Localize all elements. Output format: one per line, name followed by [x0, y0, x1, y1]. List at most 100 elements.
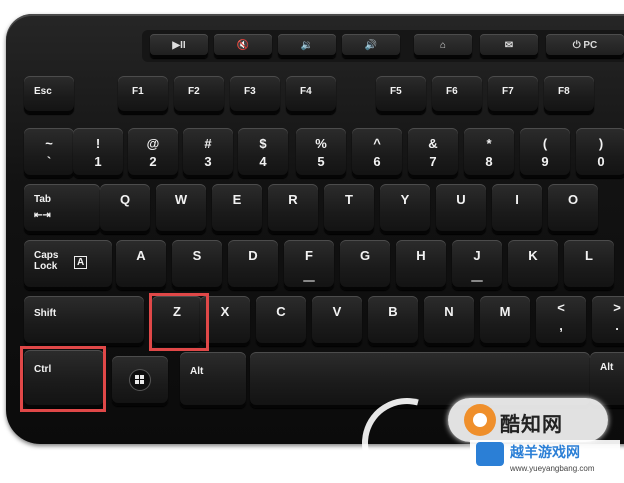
key-d[interactable]: D	[228, 240, 278, 290]
key-5[interactable]: % 5	[296, 128, 346, 178]
key-h[interactable]: H	[396, 240, 446, 290]
key-6[interactable]: ^ 6	[352, 128, 402, 178]
key-label: T	[345, 192, 353, 207]
home-row-bump	[303, 280, 315, 282]
key-bottom-label: 6	[373, 154, 381, 169]
key-bottom-label: 5	[317, 154, 325, 169]
home-key[interactable]: ⌂	[414, 34, 472, 58]
key-bottom-label: 4	[259, 154, 267, 169]
volume-up-key[interactable]: 🔊	[342, 34, 400, 58]
key-2[interactable]: @2	[128, 128, 178, 178]
key-top-label: )	[598, 136, 604, 151]
tab-key[interactable]: Tab ⇤⇥	[24, 184, 100, 234]
key-label: H	[416, 248, 426, 263]
key-q[interactable]: Q	[100, 184, 150, 234]
key-label: W	[174, 192, 188, 207]
tab-label: Tab	[34, 194, 52, 205]
period-key[interactable]: >.	[592, 296, 624, 346]
shift-label: Shift	[34, 308, 57, 319]
f5-key[interactable]: F5	[376, 76, 426, 114]
key-label: V	[332, 304, 342, 319]
left-shift-key[interactable]: Shift	[24, 296, 144, 346]
key-y[interactable]: Y	[380, 184, 430, 234]
f7-label: F7	[502, 86, 514, 97]
f5-label: F5	[390, 86, 402, 97]
key-bottom-label: 1	[94, 154, 102, 169]
key-top-label: (	[542, 136, 548, 151]
key-8[interactable]: * 8	[464, 128, 514, 178]
key-u[interactable]: U	[436, 184, 486, 234]
alt-label: Alt	[600, 362, 614, 373]
key-w[interactable]: W	[156, 184, 206, 234]
left-alt-key[interactable]: Alt	[180, 352, 246, 408]
key-c[interactable]: C	[256, 296, 306, 346]
home-row-bump	[471, 280, 483, 282]
key-top-label: !	[95, 136, 101, 151]
play-pause-key[interactable]: ▶II	[150, 34, 208, 58]
key-bottom-label: `	[46, 154, 52, 169]
mail-key[interactable]: ✉	[480, 34, 538, 58]
f1-key[interactable]: F1	[118, 76, 168, 114]
key-s[interactable]: S	[172, 240, 222, 290]
key-label: G	[359, 248, 371, 263]
comma-key[interactable]: <,	[536, 296, 586, 346]
key-g[interactable]: G	[340, 240, 390, 290]
key-m[interactable]: M	[480, 296, 530, 346]
key-top-label: $	[259, 136, 267, 151]
site-logo-url: www.yueyangbang.com	[510, 464, 595, 473]
esc-label: Esc	[34, 86, 52, 97]
f7-key[interactable]: F7	[488, 76, 538, 114]
f6-key[interactable]: F6	[432, 76, 482, 114]
f6-label: F6	[446, 86, 458, 97]
key-e[interactable]: E	[212, 184, 262, 234]
key-a[interactable]: A	[116, 240, 166, 290]
key-9[interactable]: (9	[520, 128, 570, 178]
windows-key[interactable]	[112, 356, 168, 406]
key-label: R	[288, 192, 298, 207]
watermark-logo-icon	[464, 404, 496, 436]
key-bottom-label: 9	[541, 154, 549, 169]
esc-key[interactable]: Esc	[24, 76, 74, 114]
key-1[interactable]: ! 1	[73, 128, 123, 178]
key-top-label: #	[204, 136, 212, 151]
mute-key[interactable]: 🔇	[214, 34, 272, 58]
key-top-label: ^	[373, 136, 381, 151]
site-logo-icon	[476, 442, 504, 466]
key-k[interactable]: K	[508, 240, 558, 290]
caps-label: Caps	[34, 250, 59, 261]
key-r[interactable]: R	[268, 184, 318, 234]
f3-label: F3	[244, 86, 256, 97]
key-o[interactable]: O	[548, 184, 598, 234]
f4-key[interactable]: F4	[286, 76, 336, 114]
key-i[interactable]: I	[492, 184, 542, 234]
f2-label: F2	[188, 86, 200, 97]
key-v[interactable]: V	[312, 296, 362, 346]
key-t[interactable]: T	[324, 184, 374, 234]
f2-key[interactable]: F2	[174, 76, 224, 114]
key-j[interactable]: J	[452, 240, 502, 290]
key-b[interactable]: B	[368, 296, 418, 346]
key-label: E	[232, 192, 242, 207]
key-3[interactable]: #3	[183, 128, 233, 178]
caps-lock-key[interactable]: Caps Lock A	[24, 240, 112, 290]
site-logo-title: 越羊游戏网	[510, 444, 580, 460]
key-label: O	[567, 192, 579, 207]
f3-key[interactable]: F3	[230, 76, 280, 114]
volume-down-key[interactable]: 🔉	[278, 34, 336, 58]
key-label: J	[473, 248, 481, 263]
key-4[interactable]: $4	[238, 128, 288, 178]
f8-key[interactable]: F8	[544, 76, 594, 114]
pc-sleep-key[interactable]: ⏻ PC	[546, 34, 624, 58]
key-top-label: <	[557, 300, 565, 315]
key-7[interactable]: & 7	[408, 128, 458, 178]
key-n[interactable]: N	[424, 296, 474, 346]
key-label: F	[305, 248, 313, 263]
grave-key[interactable]: ~ `	[24, 128, 74, 178]
key-label: L	[585, 248, 593, 263]
watermark-text: 酷知网	[500, 414, 563, 436]
alt-label: Alt	[190, 366, 204, 377]
key-0[interactable]: ) 0	[576, 128, 624, 178]
key-f[interactable]: F	[284, 240, 334, 290]
key-l[interactable]: L	[564, 240, 614, 290]
key-label: I	[515, 192, 519, 207]
